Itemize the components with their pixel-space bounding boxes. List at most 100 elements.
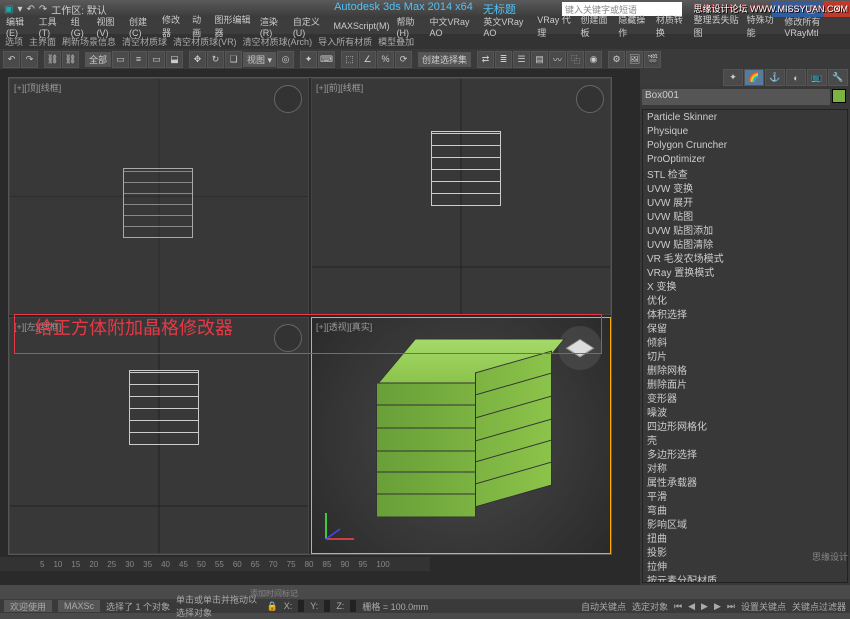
- spinner-snap-button[interactable]: ⟳: [395, 51, 412, 68]
- play-prev-icon[interactable]: ◀: [688, 601, 695, 612]
- submenu-item[interactable]: 导入所有材质: [316, 35, 374, 48]
- modifier-item[interactable]: UVW 贴图添加: [643, 222, 847, 236]
- modifier-item[interactable]: X 变换: [643, 278, 847, 292]
- menu-item[interactable]: 创建面板: [579, 13, 614, 39]
- menu-item[interactable]: VRay 代理: [535, 13, 575, 39]
- display-tab[interactable]: 📺: [807, 69, 827, 86]
- snap-button[interactable]: ⬚: [341, 51, 358, 68]
- rotate-button[interactable]: ↻: [207, 51, 224, 68]
- link-button[interactable]: ⛓: [44, 51, 61, 68]
- motion-tab[interactable]: ◐: [786, 69, 806, 86]
- submenu-item[interactable]: 模型叠加: [376, 35, 416, 48]
- menu-item[interactable]: 材质转换: [654, 13, 689, 39]
- select-name-button[interactable]: ≡: [130, 51, 147, 68]
- mirror-button[interactable]: ⇄: [477, 51, 494, 68]
- modifier-item[interactable]: 噪波: [643, 404, 847, 418]
- submenu-item[interactable]: 清空材质球: [120, 35, 169, 48]
- modifier-item[interactable]: 删除面片: [643, 376, 847, 390]
- manip-button[interactable]: ✦: [300, 51, 317, 68]
- redo-button[interactable]: ↷: [21, 51, 38, 68]
- utilities-tab[interactable]: 🔧: [828, 69, 848, 86]
- schematic-button[interactable]: ⿻: [567, 51, 584, 68]
- object-color-swatch[interactable]: [832, 89, 846, 103]
- curve-editor-button[interactable]: 〰: [549, 51, 566, 68]
- modifier-item[interactable]: STL 检查: [643, 166, 847, 180]
- menu-item[interactable]: 英文VRay AO: [481, 15, 532, 38]
- rect-region-button[interactable]: ▭: [148, 51, 165, 68]
- z-coord-field[interactable]: [350, 600, 356, 612]
- submenu-item[interactable]: 选项: [3, 35, 25, 48]
- selected-snap[interactable]: 选定对象: [632, 600, 668, 613]
- modifier-item[interactable]: VRay 置换模式: [643, 264, 847, 278]
- autokey-button[interactable]: 自动关键点: [581, 600, 626, 613]
- modifier-item[interactable]: UVW 贴图: [643, 208, 847, 222]
- modifier-item[interactable]: 扭曲: [643, 530, 847, 544]
- timeline-ruler[interactable]: 5101520253035404550556065707580859095100: [0, 557, 430, 571]
- modifier-item[interactable]: 属性承载器: [643, 474, 847, 488]
- menu-item[interactable]: 特殊功能: [745, 13, 780, 39]
- modifier-item[interactable]: 体积选择: [643, 306, 847, 320]
- render-button[interactable]: 🎬: [644, 51, 661, 68]
- render-setup-button[interactable]: ⚙: [608, 51, 625, 68]
- modifier-item[interactable]: Particle Skinner: [643, 110, 847, 124]
- unlink-button[interactable]: ⛓: [62, 51, 79, 68]
- menu-item[interactable]: 修改所有VRayMtl: [782, 15, 846, 38]
- keymode-button[interactable]: ⌨: [318, 51, 335, 68]
- modifier-item[interactable]: Polygon Cruncher: [643, 138, 847, 152]
- modifier-item[interactable]: UVW 展开: [643, 194, 847, 208]
- play-next-icon[interactable]: ▶: [714, 601, 721, 612]
- modify-tab[interactable]: 🌈: [744, 69, 764, 86]
- undo-button[interactable]: ↶: [3, 51, 20, 68]
- modifier-item[interactable]: 切片: [643, 348, 847, 362]
- modifier-list[interactable]: Particle SkinnerPhysiquePolygon Cruncher…: [642, 109, 848, 583]
- modifier-item[interactable]: 倾斜: [643, 334, 847, 348]
- play-icon[interactable]: ▶: [701, 601, 708, 612]
- submenu-item[interactable]: 清空材质球(VR): [171, 35, 239, 48]
- play-start-icon[interactable]: ⏮: [674, 601, 682, 612]
- modifier-item[interactable]: VR 毛发农场模式: [643, 250, 847, 264]
- modifier-item[interactable]: Physique: [643, 124, 847, 138]
- layers-button[interactable]: ☰: [513, 51, 530, 68]
- viewport-label[interactable]: [+][顶][线框]: [14, 81, 61, 94]
- menu-item[interactable]: MAXScript(M): [331, 21, 391, 31]
- time-tag-button[interactable]: 添加时间标记: [250, 588, 298, 599]
- viewport-front[interactable]: [+][前][线框]: [311, 78, 611, 315]
- submenu-item[interactable]: 刷新场景信息: [60, 35, 118, 48]
- modifier-item[interactable]: 保留: [643, 320, 847, 334]
- create-tab[interactable]: ✦: [723, 69, 743, 86]
- modifier-item[interactable]: 按元素分配材质: [643, 572, 847, 583]
- viewport-label[interactable]: [+][前][线框]: [316, 81, 363, 94]
- play-end-icon[interactable]: ⏭: [727, 601, 735, 612]
- modifier-item[interactable]: 四边形网格化: [643, 418, 847, 432]
- move-button[interactable]: ✥: [189, 51, 206, 68]
- modifier-item[interactable]: 删除网格: [643, 362, 847, 376]
- modifier-item[interactable]: UVW 贴图清除: [643, 236, 847, 250]
- modifier-item[interactable]: 弯曲: [643, 502, 847, 516]
- material-editor-button[interactable]: ◉: [585, 51, 602, 68]
- menu-item[interactable]: 整理丢失贴图: [692, 13, 742, 39]
- modifier-item[interactable]: 优化: [643, 292, 847, 306]
- modifier-item[interactable]: ProOptimizer: [643, 152, 847, 166]
- submenu-item[interactable]: 清空材质球(Arch): [241, 35, 315, 48]
- ref-coord-dropdown[interactable]: 视图 ▾: [243, 52, 276, 67]
- scale-button[interactable]: ❏: [225, 51, 242, 68]
- menu-item[interactable]: 中文VRay AO: [427, 15, 478, 38]
- menu-item[interactable]: 隐藏操作: [616, 13, 651, 39]
- modifier-item[interactable]: 多边形选择: [643, 446, 847, 460]
- undo-icon[interactable]: ↶: [26, 4, 34, 15]
- qa-btn[interactable]: ▾: [17, 4, 22, 15]
- viewport-top[interactable]: [+][顶][线框]: [9, 78, 309, 315]
- box-object[interactable]: [376, 339, 546, 514]
- viewcube-icon[interactable]: [274, 85, 302, 113]
- welcome-tab[interactable]: 欢迎使用: [4, 600, 52, 612]
- object-name-field[interactable]: Box001: [642, 89, 830, 105]
- modifier-item[interactable]: 变形器: [643, 390, 847, 404]
- percent-snap-button[interactable]: %: [377, 51, 394, 68]
- redo-icon[interactable]: ↷: [39, 4, 47, 15]
- viewcube-icon[interactable]: [576, 85, 604, 113]
- setkey-button[interactable]: 设置关键点: [741, 600, 786, 613]
- lock-icon[interactable]: 🔒: [267, 601, 278, 612]
- named-selection-dropdown[interactable]: 创建选择集: [418, 52, 471, 67]
- select-button[interactable]: ▭: [112, 51, 129, 68]
- maxscript-tab[interactable]: MAXSc: [58, 600, 100, 612]
